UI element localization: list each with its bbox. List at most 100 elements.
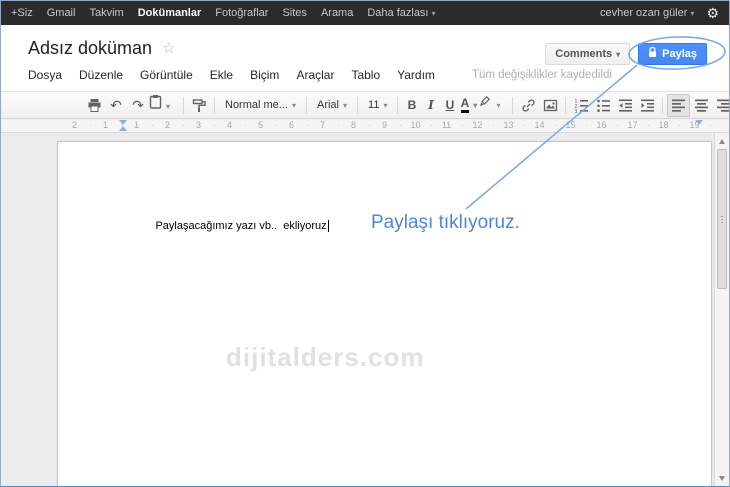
scroll-down-button[interactable] [715, 471, 729, 485]
topbar-item-arama[interactable]: Arama [321, 7, 353, 19]
ruler-number: 12 [462, 119, 495, 132]
ruler-number: 8 [338, 119, 371, 132]
ruler-number: 5 [245, 119, 278, 132]
menubar: Dosya Düzenle Görüntüle Ekle Biçim Araçl… [28, 62, 707, 88]
underline-button[interactable]: U [440, 94, 459, 116]
align-center-button[interactable] [690, 94, 712, 116]
arrow-up-icon [719, 138, 725, 144]
decrease-indent-button[interactable] [614, 94, 636, 116]
scroll-up-button[interactable] [715, 134, 729, 148]
paint-roller-icon [192, 98, 206, 112]
increase-indent-button[interactable] [636, 94, 658, 116]
bold-button[interactable]: B [402, 94, 421, 116]
topbar-item-more[interactable]: Daha fazlası [367, 7, 435, 19]
insert-link-button[interactable] [517, 94, 539, 116]
ruler-number: 15 [555, 119, 588, 132]
web-clipboard-button[interactable] [149, 94, 179, 116]
ruler[interactable]: 2112345678910111213141516171819 [1, 119, 729, 133]
page-title[interactable]: Adsız doküman [28, 38, 152, 59]
ruler-number: 2 [59, 119, 92, 132]
toolbar-separator [305, 96, 307, 114]
align-right-icon [716, 99, 729, 112]
toolbar-separator [512, 96, 514, 114]
font-select[interactable]: Arial [311, 99, 353, 111]
star-icon[interactable]: ☆ [162, 39, 175, 57]
align-left-icon [672, 99, 686, 112]
font-size-select[interactable]: 11 [362, 99, 393, 111]
menu-yardim[interactable]: Yardım [397, 68, 435, 82]
ruler-number: 11 [431, 119, 464, 132]
text-color-icon: A [460, 97, 470, 113]
topbar-user-menu[interactable]: cevher ozan güler [600, 7, 694, 19]
ruler-number: 7 [307, 119, 340, 132]
align-left-button[interactable] [667, 93, 691, 117]
clipboard-icon [149, 95, 162, 109]
styles-select[interactable]: Normal me... [219, 99, 302, 111]
menu-tablo[interactable]: Tablo [351, 68, 380, 82]
text-cursor [327, 220, 329, 232]
numbered-list-button[interactable]: 1. 2. 3. [570, 94, 592, 116]
link-icon [522, 98, 535, 112]
google-bar: +Siz Gmail Takvim Dokümanlar Fotoğraflar… [1, 1, 729, 25]
undo-icon: ↶ [110, 97, 122, 113]
ruler-number: 13 [493, 119, 526, 132]
share-button[interactable]: Paylaş [638, 43, 707, 65]
topbar-item-siz[interactable]: +Siz [11, 7, 33, 19]
numbered-list-icon: 1.2.3. [574, 99, 588, 113]
bulleted-list-icon [597, 99, 610, 112]
topbar-item-takvim[interactable]: Takvim [89, 7, 123, 19]
undo-button[interactable]: ↶ [105, 94, 127, 116]
align-center-icon [694, 99, 708, 112]
right-indent-marker[interactable] [695, 120, 703, 125]
redo-button[interactable]: ↷ [127, 94, 149, 116]
left-indent-icon[interactable] [119, 126, 127, 131]
vertical-scrollbar[interactable] [714, 133, 729, 486]
menu-araclar[interactable]: Araçlar [296, 68, 334, 82]
save-status: Tüm değişiklikler kaydedildi [471, 69, 612, 81]
ruler-number: 14 [524, 119, 557, 132]
menu-goruntule[interactable]: Görüntüle [140, 68, 193, 82]
italic-button[interactable]: I [421, 94, 440, 116]
bulleted-list-button[interactable] [592, 94, 614, 116]
comments-button[interactable]: Comments [545, 43, 631, 65]
ruler-number: 17 [617, 119, 650, 132]
menu-ekle[interactable]: Ekle [210, 68, 233, 82]
topbar-item-gmail[interactable]: Gmail [47, 7, 76, 19]
align-right-button[interactable] [712, 94, 729, 116]
doc-header: Adsız doküman ☆ Comments Paylaş Dosya Dü… [1, 25, 729, 88]
ruler-number: 6 [276, 119, 309, 132]
paint-format-button[interactable] [188, 94, 210, 116]
ruler-number: 18 [648, 119, 681, 132]
topbar-item-sites[interactable]: Sites [282, 7, 306, 19]
toolbar: ↶ ↷ Normal me... Arial 11 B I U A 1.2.3. [1, 91, 729, 119]
insert-image-button[interactable] [539, 94, 561, 116]
indent-marker[interactable] [119, 120, 127, 131]
ruler-number: 1 [90, 119, 123, 132]
text-color-button[interactable]: A [459, 94, 478, 116]
redo-icon: ↷ [132, 97, 144, 113]
ruler-number: 9 [369, 119, 402, 132]
ruler-number: 2 [152, 119, 185, 132]
menu-dosya[interactable]: Dosya [28, 68, 62, 82]
toolbar-separator [565, 96, 567, 114]
gear-icon[interactable]: ⚙ [706, 6, 719, 20]
arrow-down-icon [719, 475, 725, 481]
document-page[interactable]: Paylaşacağımız yazı vb.. ekliyoruz Payla… [57, 141, 712, 486]
ruler-number: 3 [183, 119, 216, 132]
highlight-color-button[interactable] [478, 94, 508, 116]
toolbar-separator [397, 96, 399, 114]
indent-icon [640, 99, 654, 112]
right-indent-icon[interactable] [695, 120, 703, 125]
menu-duzenle[interactable]: Düzenle [79, 68, 123, 82]
scrollbar-thumb[interactable] [717, 149, 727, 289]
toolbar-separator [662, 96, 664, 114]
print-button[interactable] [83, 94, 105, 116]
toolbar-separator [214, 96, 215, 114]
topbar-item-fotograflar[interactable]: Fotoğraflar [215, 7, 268, 19]
first-line-indent-icon[interactable] [119, 120, 127, 125]
menu-bicim[interactable]: Biçim [250, 68, 279, 82]
ruler-number: 16 [586, 119, 619, 132]
topbar-item-dokumanlar[interactable]: Dokümanlar [138, 7, 202, 19]
toolbar-separator [183, 96, 184, 114]
document-text[interactable]: Paylaşacağımız yazı vb.. ekliyoruz [131, 208, 329, 244]
